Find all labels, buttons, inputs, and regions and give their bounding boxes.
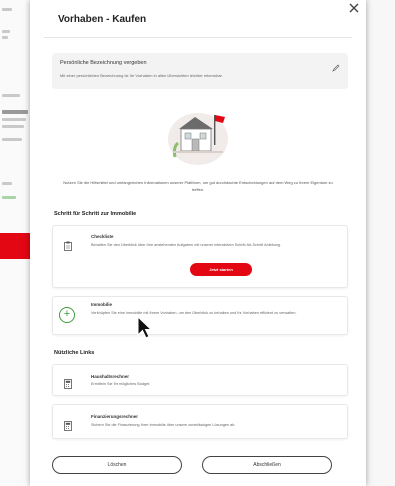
property-title: Immobilie xyxy=(91,302,113,307)
background-text xyxy=(2,125,24,128)
modal-title: Vorhaben - Kaufen xyxy=(58,14,147,25)
calculator-icon xyxy=(64,376,72,389)
mouse-cursor-icon xyxy=(137,315,153,340)
link-title: Finanzierungsrechner xyxy=(91,414,139,419)
personal-name-description: Mit einer persönlichen Bezeichnung ist I… xyxy=(60,73,223,78)
step-section-heading: Schritt für Schritt zur Immobilie xyxy=(54,211,137,217)
background-text xyxy=(2,182,12,185)
intro-text: Nutzen Sie die Hilfsmittel und umfangrei… xyxy=(63,180,333,192)
property-card[interactable]: + Immobilie Verknüpfen Sie eine Immobili… xyxy=(52,296,348,335)
background-text xyxy=(2,118,26,121)
checklist-description: Behalten Sie den Überblick über Ihre ans… xyxy=(91,243,281,247)
start-checklist-button[interactable]: Jetzt starten xyxy=(190,263,252,276)
links-section-heading: Nützliche Links xyxy=(54,350,95,356)
link-title: Haushaltsrechner xyxy=(91,374,130,379)
calculator-icon xyxy=(64,418,72,431)
delete-button[interactable]: Löschen xyxy=(52,456,182,474)
background-text xyxy=(2,8,12,11)
vorhaben-modal: Vorhaben - Kaufen Persönliche Bezeichnun… xyxy=(30,0,366,486)
clipboard-icon xyxy=(64,238,72,251)
pencil-icon[interactable] xyxy=(332,59,340,72)
divider xyxy=(44,37,352,38)
background-text xyxy=(2,196,16,199)
background-text xyxy=(2,30,10,33)
checklist-title: Checkliste xyxy=(91,234,114,239)
background-text xyxy=(2,110,28,114)
property-description: Verknüpfen Sie eine Immobilie mit Ihrem … xyxy=(91,311,297,315)
background-text xyxy=(2,138,22,141)
link-item-household-calculator[interactable]: Haushaltsrechner Ermitteln Sie Ihr mögli… xyxy=(52,364,348,396)
personal-name-title: Persönliche Bezeichnung vergeben xyxy=(60,60,147,66)
finish-button[interactable]: Abschließen xyxy=(202,456,332,474)
add-property-icon[interactable]: + xyxy=(59,307,75,323)
house-illustration xyxy=(165,103,231,165)
close-icon[interactable] xyxy=(346,0,362,16)
checklist-card: Checkliste Behalten Sie den Überblick üb… xyxy=(52,225,348,288)
background-text xyxy=(2,36,8,39)
background-text xyxy=(2,94,20,97)
link-item-financing-calculator[interactable]: Finanzierungsrechner Sichern Sie die Fin… xyxy=(52,404,348,439)
link-description: Sichern Sie die Finanzierung Ihrer Immob… xyxy=(91,423,236,427)
personal-name-box[interactable]: Persönliche Bezeichnung vergeben Mit ein… xyxy=(52,53,348,89)
link-description: Ermitteln Sie Ihr mögliches Budget. xyxy=(91,382,151,386)
